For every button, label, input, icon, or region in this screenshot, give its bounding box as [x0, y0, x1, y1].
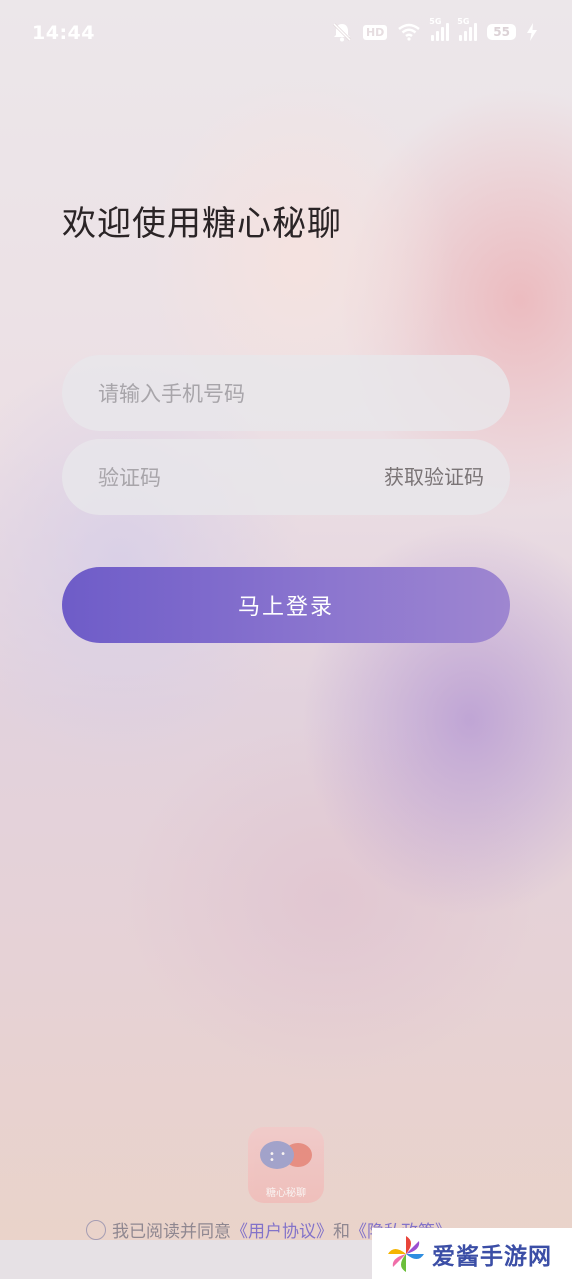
mute-bell-icon: [332, 22, 352, 42]
watermark-text: 爱酱手游网: [432, 1243, 552, 1270]
charging-bolt-icon: [527, 23, 537, 41]
phone-field: [62, 355, 510, 433]
user-agreement-link[interactable]: 《用户协议》: [231, 1217, 333, 1242]
wifi-icon: [398, 23, 421, 41]
chat-bubble-icon-blue: • • •: [260, 1141, 294, 1169]
phone-input[interactable]: [96, 355, 380, 433]
status-time: 14:44: [32, 22, 95, 44]
login-button[interactable]: 马上登录: [62, 567, 510, 643]
signal-icon-2: 5G: [457, 17, 478, 41]
app-logo-text: 糖心秘聊: [266, 1188, 306, 1199]
code-field: 获取验证码: [62, 439, 510, 517]
network-type-1: 5G: [429, 17, 442, 26]
watermark: 爱酱手游网: [372, 1228, 572, 1279]
agreement-conjunction: 和: [333, 1222, 350, 1242]
network-type-2: 5G: [457, 17, 470, 26]
hd-badge: HD: [362, 24, 388, 40]
verification-code-input[interactable]: [96, 439, 380, 517]
status-icons: HD 5G 5G 55: [331, 17, 538, 42]
app-logo: • • • 糖心秘聊: [248, 1127, 324, 1203]
battery-indicator: 55: [487, 24, 516, 40]
page-title: 欢迎使用糖心秘聊: [62, 204, 342, 244]
get-code-button[interactable]: 获取验证码: [384, 439, 484, 515]
status-bar: 14:44 HD 5G 5G 55: [0, 0, 572, 68]
signal-icon-1: 5G: [429, 17, 450, 41]
pinwheel-logo-icon: [388, 1235, 424, 1272]
agreement-checkbox[interactable]: [86, 1219, 106, 1240]
agreement-prefix: 我已阅读并同意: [112, 1222, 231, 1242]
